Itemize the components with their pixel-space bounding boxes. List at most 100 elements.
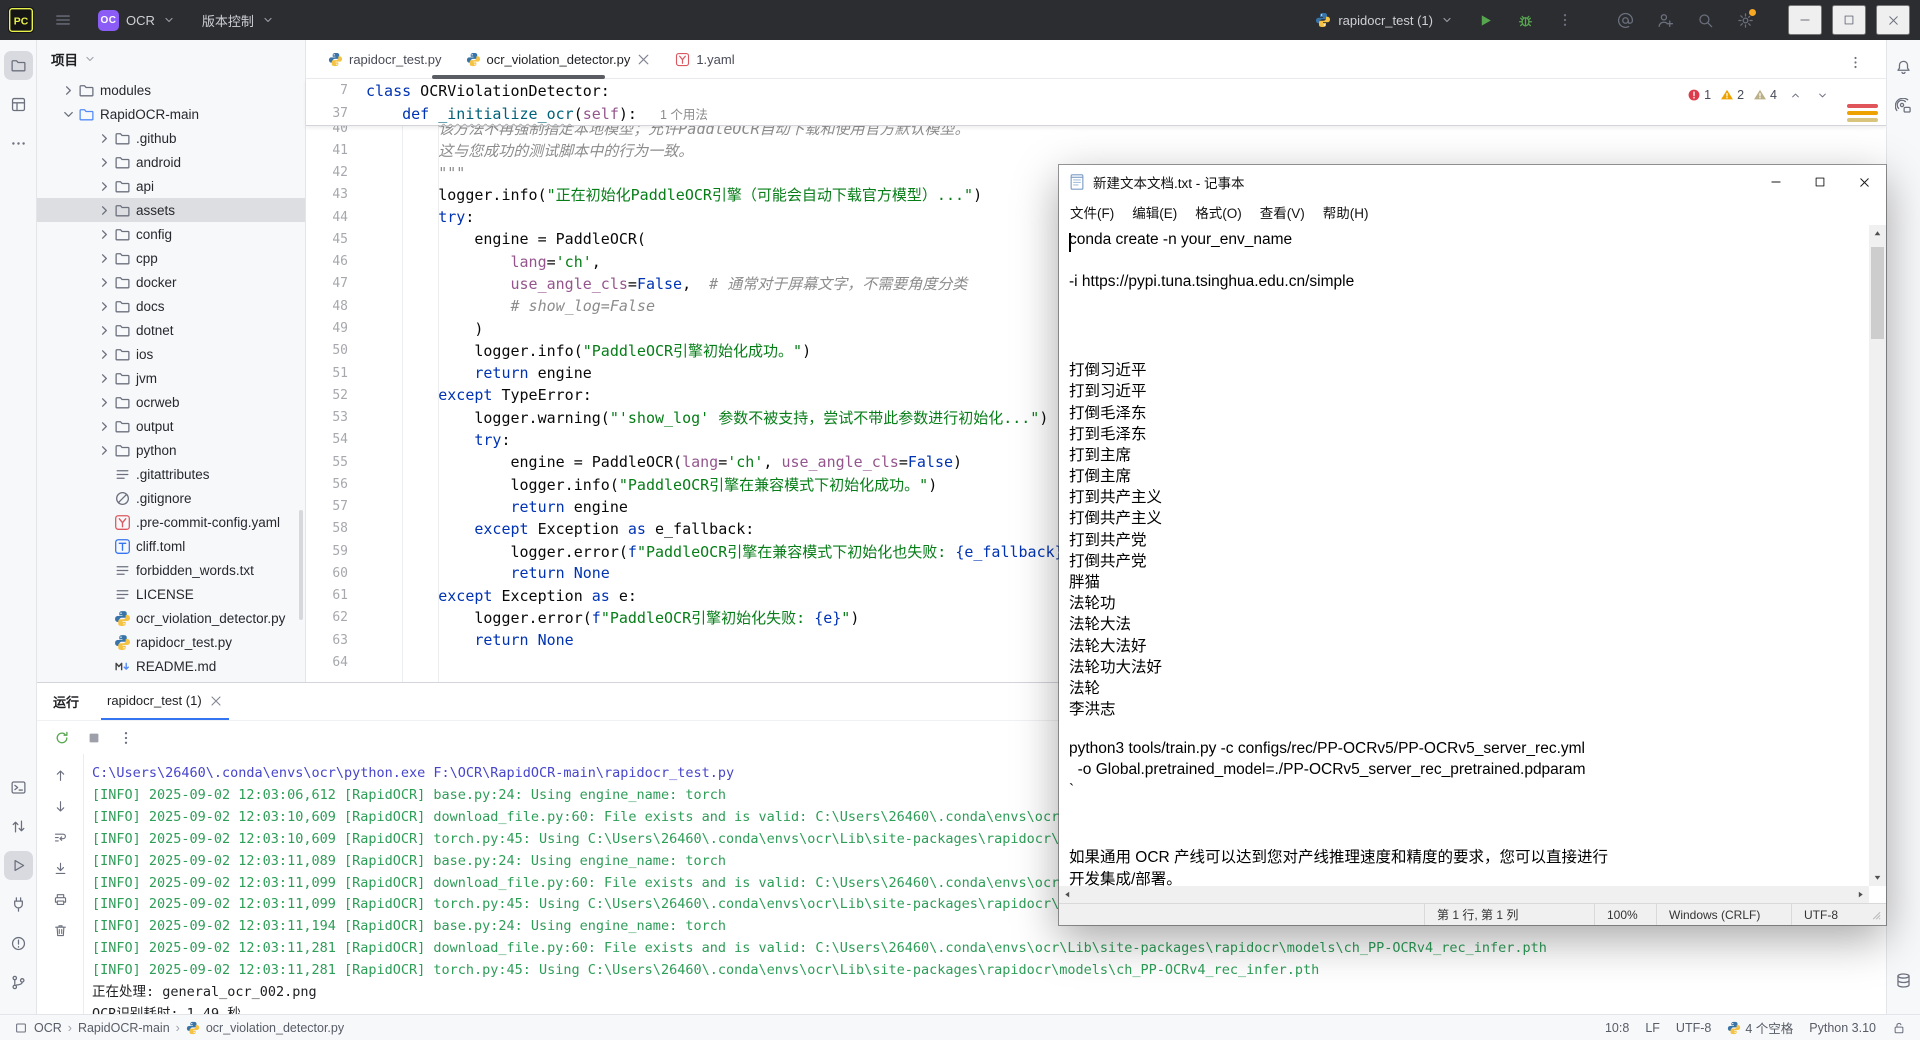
editor-tab-ocr_violation_detector.py[interactable]: ocr_violation_detector.py: [454, 40, 664, 78]
editor-tab-1.yaml[interactable]: 1.yaml: [663, 40, 746, 78]
tree-item-LICENSE[interactable]: LICENSE: [37, 582, 305, 606]
code-line[interactable]: 40 该方法不再强制指定本地模型；允许PaddleOCR自动下载和使用官方默认模…: [306, 126, 1886, 139]
tree-item-forbidden_words.txt[interactable]: forbidden_words.txt: [37, 558, 305, 582]
encoding-widget[interactable]: UTF-8: [1676, 1021, 1711, 1035]
chevron-right-icon[interactable]: [96, 394, 113, 411]
project-widget[interactable]: OC OCR: [92, 5, 182, 35]
error-stripe-mark[interactable]: [1847, 104, 1878, 108]
breadcrumb-item[interactable]: OCR: [34, 1021, 62, 1035]
notepad-menu-文[interactable]: 文件(F): [1061, 199, 1123, 225]
notepad-minimize-button[interactable]: [1754, 165, 1798, 199]
search-everywhere-button[interactable]: [1690, 5, 1720, 35]
tree-item-python[interactable]: python: [37, 438, 305, 462]
resize-grip-icon[interactable]: [1872, 911, 1884, 923]
indent-widget[interactable]: 4 个空格: [1727, 1018, 1793, 1037]
console-scroll-end-button[interactable]: [47, 855, 73, 881]
tool-stripe-terminal-button[interactable]: [4, 773, 33, 802]
tree-item-README.md[interactable]: README.md: [37, 654, 305, 678]
console-printer-button[interactable]: [47, 886, 73, 912]
inspections-widget[interactable]: 1 2 4: [1687, 86, 1831, 104]
chevron-right-icon[interactable]: [96, 274, 113, 291]
console-trash-button[interactable]: [47, 917, 73, 943]
tool-stripe-problems-button[interactable]: [4, 929, 33, 958]
notepad-menu-查[interactable]: 查看(V): [1251, 199, 1314, 225]
tool-stripe-project-folder-button[interactable]: [4, 51, 33, 80]
warning-stripe-mark[interactable]: [1847, 118, 1878, 122]
tool-stripe-branch-button[interactable]: [4, 968, 33, 997]
tool-stripe-run-button[interactable]: [4, 851, 33, 880]
scroll-down-arrow[interactable]: [1869, 869, 1886, 886]
tree-item-config[interactable]: config: [37, 222, 305, 246]
chevron-right-icon[interactable]: [96, 418, 113, 435]
tab-options-button[interactable]: [1840, 47, 1870, 77]
tool-stripe-commit-button[interactable]: [4, 812, 33, 841]
scroll-up-arrow[interactable]: [1869, 225, 1886, 242]
tree-item-rapidocr_test.py[interactable]: rapidocr_test.py: [37, 630, 305, 654]
warning-stripe-mark[interactable]: [1847, 111, 1878, 115]
window-minimize-button[interactable]: [1788, 5, 1822, 35]
code-line[interactable]: 37 def _initialize_ocr(self): 1 个用法: [306, 102, 1886, 125]
chevron-right-icon[interactable]: [96, 322, 113, 339]
tree-item-ocr_violation_detector.py[interactable]: ocr_violation_detector.py: [37, 606, 305, 630]
tree-item-android[interactable]: android: [37, 150, 305, 174]
tree-item-RapidOCR-main[interactable]: RapidOCR-main: [37, 102, 305, 126]
notepad-text-area[interactable]: conda create -n your_env_name -i https:/…: [1059, 225, 1886, 886]
tree-item-docker[interactable]: docker: [37, 270, 305, 294]
notepad-close-button[interactable]: [1842, 165, 1886, 199]
code-with-me-button[interactable]: [1610, 5, 1640, 35]
tool-stripe-more-horizontal-button[interactable]: [4, 129, 33, 158]
notepad-menu-格[interactable]: 格式(O): [1186, 199, 1251, 225]
breadcrumb-item[interactable]: RapidOCR-main: [78, 1021, 170, 1035]
tool-stripe-notifications-button[interactable]: [1889, 53, 1918, 82]
chevron-right-icon[interactable]: [60, 82, 77, 99]
close-icon[interactable]: [636, 52, 651, 67]
console-more-button[interactable]: [113, 725, 139, 751]
chevron-right-icon[interactable]: [96, 250, 113, 267]
main-menu-button[interactable]: [48, 5, 78, 35]
settings-button[interactable]: [1730, 5, 1760, 35]
interpreter-widget[interactable]: Python 3.10: [1809, 1021, 1876, 1035]
tree-item-jvm[interactable]: jvm: [37, 366, 305, 390]
rerun-button[interactable]: [49, 725, 75, 751]
close-icon[interactable]: [209, 694, 223, 708]
scrollbar-thumb[interactable]: [1871, 247, 1884, 339]
editor-tab-rapidocr_test.py[interactable]: rapidocr_test.py: [316, 40, 454, 78]
notepad-vertical-scrollbar[interactable]: [1869, 225, 1886, 886]
tree-item-cpp[interactable]: cpp: [37, 246, 305, 270]
chevron-right-icon[interactable]: [96, 202, 113, 219]
caret-position-widget[interactable]: 10:8: [1605, 1021, 1629, 1035]
tree-item-docs[interactable]: docs: [37, 294, 305, 318]
tree-item-.gitignore[interactable]: .gitignore: [37, 486, 305, 510]
chevron-right-icon[interactable]: [96, 442, 113, 459]
console-soft-wrap-button[interactable]: [47, 824, 73, 850]
notepad-horizontal-scrollbar[interactable]: [1059, 886, 1869, 903]
previous-problem-button[interactable]: [1786, 86, 1804, 104]
tree-item-output[interactable]: output: [37, 414, 305, 438]
code-line[interactable]: 7class OCRViolationDetector:: [306, 79, 1886, 102]
project-tree-scrollbar[interactable]: [299, 510, 303, 620]
next-problem-button[interactable]: [1813, 86, 1831, 104]
chevron-right-icon[interactable]: [96, 370, 113, 387]
stop-button[interactable]: [81, 725, 107, 751]
console-arrow-up-button[interactable]: [47, 762, 73, 788]
add-user-button[interactable]: [1650, 5, 1680, 35]
tree-item-dotnet[interactable]: dotnet: [37, 318, 305, 342]
more-run-options-button[interactable]: [1550, 5, 1580, 35]
tree-item-.gitattributes[interactable]: .gitattributes: [37, 462, 305, 486]
project-panel-header[interactable]: 项目: [37, 40, 305, 78]
tree-item-api[interactable]: api: [37, 174, 305, 198]
chevron-right-icon[interactable]: [96, 346, 113, 363]
tool-stripe-ai-assistant-button[interactable]: [1889, 92, 1918, 121]
window-close-button[interactable]: [1876, 5, 1910, 35]
breadcrumb-item[interactable]: ocr_violation_detector.py: [206, 1021, 344, 1035]
tree-item-.github[interactable]: .github: [37, 126, 305, 150]
chevron-right-icon[interactable]: [96, 178, 113, 195]
code-line[interactable]: 41 这与您成功的测试脚本中的行为一致。: [306, 139, 1886, 161]
tool-stripe-services-button[interactable]: [4, 890, 33, 919]
tree-item-cliff.toml[interactable]: cliff.toml: [37, 534, 305, 558]
tree-item-assets[interactable]: assets: [37, 198, 305, 222]
scroll-right-arrow[interactable]: [1852, 886, 1869, 903]
chevron-right-icon[interactable]: [96, 154, 113, 171]
chevron-right-icon[interactable]: [96, 130, 113, 147]
tree-item-modules[interactable]: modules: [37, 78, 305, 102]
